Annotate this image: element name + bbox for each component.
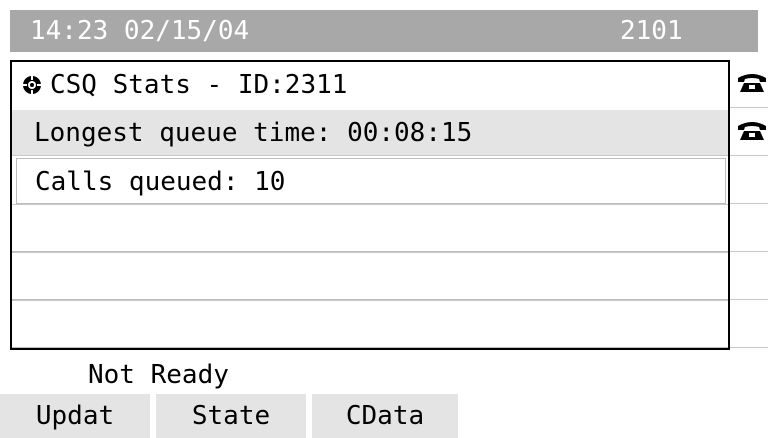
softkey-state-button[interactable]: State bbox=[156, 394, 306, 438]
panel-title: CSQ Stats - ID:2311 bbox=[50, 70, 348, 100]
line-button-1[interactable] bbox=[730, 60, 768, 108]
list-item-longest-queue[interactable]: Longest queue time: 00:08:15 bbox=[12, 110, 728, 156]
list-item-empty bbox=[12, 204, 728, 252]
status-datetime: 14:23 02/15/04 bbox=[30, 16, 250, 46]
agent-state-label: Not Ready bbox=[88, 360, 229, 390]
list-item-calls-queued[interactable]: Calls queued: 10 bbox=[16, 158, 726, 204]
line-buttons-column bbox=[730, 60, 768, 350]
list-item-empty bbox=[12, 252, 728, 300]
gear-icon bbox=[23, 76, 41, 94]
panel-title-bar: CSQ Stats - ID:2311 bbox=[12, 62, 728, 108]
list-item-empty bbox=[12, 300, 728, 348]
line-button-5[interactable] bbox=[730, 252, 768, 300]
list-item-label: Calls queued: 10 bbox=[35, 167, 286, 197]
line-button-6[interactable] bbox=[730, 300, 768, 348]
status-bar: 14:23 02/15/04 2101 bbox=[10, 10, 758, 52]
ip-phone-screen: 14:23 02/15/04 2101 CSQ Stats - ID:2311 … bbox=[0, 0, 768, 438]
line-button-4[interactable] bbox=[730, 204, 768, 252]
softkey-update-button[interactable]: Updat bbox=[0, 394, 150, 438]
line-button-2[interactable] bbox=[730, 108, 768, 156]
softkey-cdata-button[interactable]: CData bbox=[312, 394, 458, 438]
phone-handset-icon bbox=[738, 74, 766, 92]
status-extension: 2101 bbox=[620, 16, 683, 46]
stats-panel: CSQ Stats - ID:2311 Longest queue time: … bbox=[10, 60, 730, 350]
line-button-3[interactable] bbox=[730, 156, 768, 204]
softkey-bar: Updat State CData bbox=[0, 394, 768, 438]
list-item-label: Longest queue time: 00:08:15 bbox=[34, 118, 473, 148]
phone-handset-icon bbox=[738, 122, 766, 140]
